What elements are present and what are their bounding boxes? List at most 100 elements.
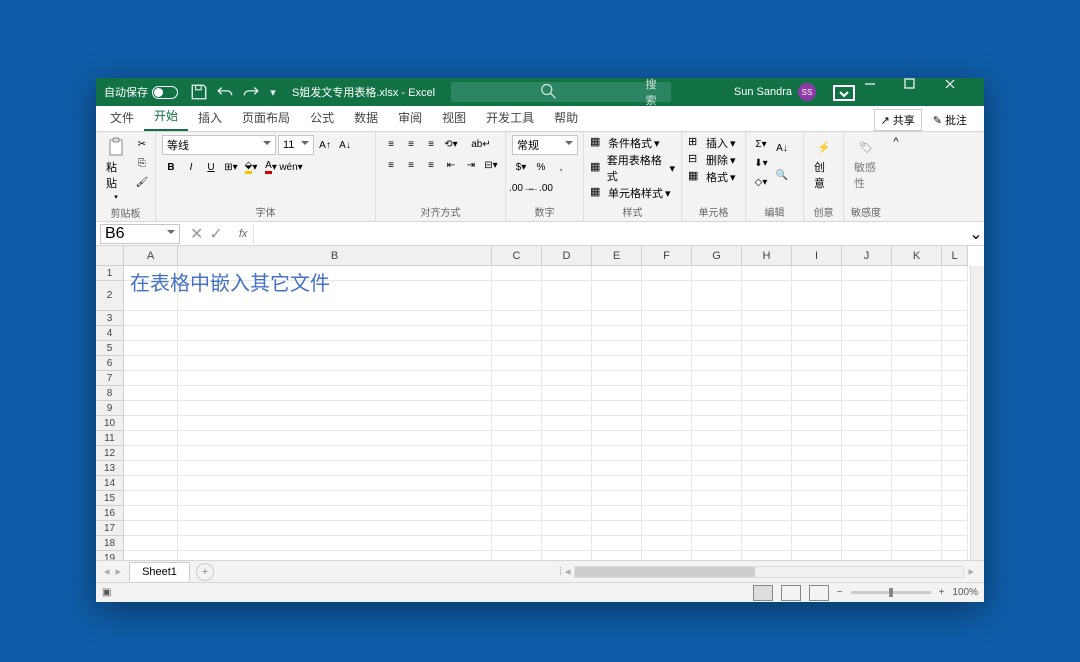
user-account[interactable]: Sun Sandra SS bbox=[726, 83, 824, 101]
wrap-text-icon[interactable]: ab↵ bbox=[472, 135, 490, 153]
zoom-out-icon[interactable]: − bbox=[837, 587, 843, 598]
row-header[interactable]: 17 bbox=[96, 521, 123, 536]
cell[interactable] bbox=[842, 341, 892, 356]
cell[interactable] bbox=[124, 446, 178, 461]
cell[interactable] bbox=[592, 446, 642, 461]
cell[interactable] bbox=[642, 281, 692, 311]
cell[interactable] bbox=[124, 386, 178, 401]
cell[interactable] bbox=[892, 281, 942, 311]
cell[interactable] bbox=[492, 506, 542, 521]
cell[interactable] bbox=[842, 401, 892, 416]
cell[interactable] bbox=[842, 446, 892, 461]
cell[interactable] bbox=[942, 461, 968, 476]
cell[interactable] bbox=[792, 491, 842, 506]
cell[interactable] bbox=[492, 491, 542, 506]
cell[interactable] bbox=[178, 431, 492, 446]
cell[interactable] bbox=[842, 266, 892, 281]
paste-button[interactable]: 粘贴 ▾ bbox=[102, 135, 130, 203]
row-header[interactable]: 13 bbox=[96, 461, 123, 476]
cell[interactable] bbox=[542, 491, 592, 506]
row-header[interactable]: 9 bbox=[96, 401, 123, 416]
underline-button[interactable]: U bbox=[202, 158, 220, 176]
tab-home[interactable]: 开始 bbox=[144, 102, 188, 131]
decrease-decimal-icon[interactable]: ←.00 bbox=[532, 179, 550, 197]
cell[interactable] bbox=[692, 341, 742, 356]
maximize-icon[interactable] bbox=[904, 78, 944, 106]
cell[interactable] bbox=[892, 491, 942, 506]
row-header[interactable]: 5 bbox=[96, 341, 123, 356]
cell[interactable] bbox=[492, 386, 542, 401]
cell[interactable] bbox=[742, 491, 792, 506]
cell[interactable] bbox=[642, 341, 692, 356]
cell[interactable] bbox=[178, 416, 492, 431]
column-header[interactable]: J bbox=[842, 246, 892, 266]
cell[interactable] bbox=[842, 281, 892, 311]
cell[interactable] bbox=[542, 476, 592, 491]
row-header[interactable]: 15 bbox=[96, 491, 123, 506]
comma-icon[interactable]: , bbox=[552, 158, 570, 176]
cell[interactable] bbox=[124, 416, 178, 431]
cell[interactable] bbox=[178, 401, 492, 416]
cell[interactable] bbox=[692, 446, 742, 461]
decrease-font-icon[interactable]: A↓ bbox=[336, 136, 354, 154]
cell[interactable] bbox=[792, 266, 842, 281]
cell[interactable] bbox=[692, 416, 742, 431]
cell[interactable] bbox=[592, 386, 642, 401]
cell[interactable] bbox=[942, 281, 968, 311]
cell[interactable] bbox=[692, 431, 742, 446]
cell[interactable] bbox=[692, 266, 742, 281]
tab-dev[interactable]: 开发工具 bbox=[476, 104, 544, 131]
cell[interactable] bbox=[742, 326, 792, 341]
minimize-icon[interactable] bbox=[864, 78, 904, 106]
row-header[interactable]: 2 bbox=[96, 281, 123, 311]
tab-data[interactable]: 数据 bbox=[344, 104, 388, 131]
cell[interactable] bbox=[792, 386, 842, 401]
column-header[interactable]: L bbox=[942, 246, 968, 266]
cell[interactable] bbox=[942, 356, 968, 371]
cell[interactable] bbox=[178, 386, 492, 401]
cell[interactable] bbox=[542, 521, 592, 536]
row-headers[interactable]: 1234567891011121314151617181920 bbox=[96, 246, 124, 560]
cell[interactable] bbox=[124, 326, 178, 341]
cell[interactable] bbox=[942, 266, 968, 281]
cell[interactable] bbox=[592, 416, 642, 431]
cell[interactable] bbox=[742, 551, 792, 560]
cell[interactable] bbox=[642, 551, 692, 560]
sheet-nav-prev-icon[interactable]: ◂ bbox=[104, 565, 110, 578]
cell[interactable] bbox=[892, 461, 942, 476]
normal-view-icon[interactable] bbox=[753, 585, 773, 601]
sort-filter-icon[interactable]: A↓ bbox=[773, 135, 791, 161]
font-size-combo[interactable]: 11 bbox=[278, 135, 314, 155]
align-bottom-icon[interactable]: ≡ bbox=[422, 135, 440, 153]
cell[interactable] bbox=[542, 551, 592, 560]
row-header[interactable]: 4 bbox=[96, 326, 123, 341]
cell[interactable] bbox=[642, 431, 692, 446]
cell[interactable] bbox=[692, 371, 742, 386]
cell[interactable] bbox=[892, 506, 942, 521]
cell[interactable] bbox=[642, 506, 692, 521]
cell[interactable] bbox=[842, 521, 892, 536]
zoom-level[interactable]: 100% bbox=[952, 587, 978, 598]
formula-bar[interactable] bbox=[253, 224, 968, 244]
cell[interactable] bbox=[842, 311, 892, 326]
cell[interactable] bbox=[542, 281, 592, 311]
row-header[interactable]: 3 bbox=[96, 311, 123, 326]
scrollbar-thumb[interactable] bbox=[575, 567, 755, 577]
increase-decimal-icon[interactable]: .00→ bbox=[512, 179, 530, 197]
cell[interactable] bbox=[492, 401, 542, 416]
cell[interactable] bbox=[692, 401, 742, 416]
cell[interactable] bbox=[892, 416, 942, 431]
sensitivity-button[interactable]: 🏷 敏感性 bbox=[850, 135, 882, 193]
cell[interactable] bbox=[742, 431, 792, 446]
page-break-view-icon[interactable] bbox=[809, 585, 829, 601]
column-header[interactable]: E bbox=[592, 246, 642, 266]
autosave-toggle[interactable]: 自动保存 bbox=[96, 84, 186, 100]
cell[interactable] bbox=[692, 521, 742, 536]
cell[interactable] bbox=[842, 386, 892, 401]
increase-font-icon[interactable]: A↑ bbox=[316, 136, 334, 154]
table-format-button[interactable]: ▦套用表格格式▾ bbox=[590, 152, 675, 184]
cell[interactable] bbox=[492, 551, 542, 560]
format-painter-icon[interactable]: 🖌 bbox=[133, 173, 151, 191]
cell[interactable] bbox=[124, 551, 178, 560]
cell[interactable] bbox=[792, 446, 842, 461]
